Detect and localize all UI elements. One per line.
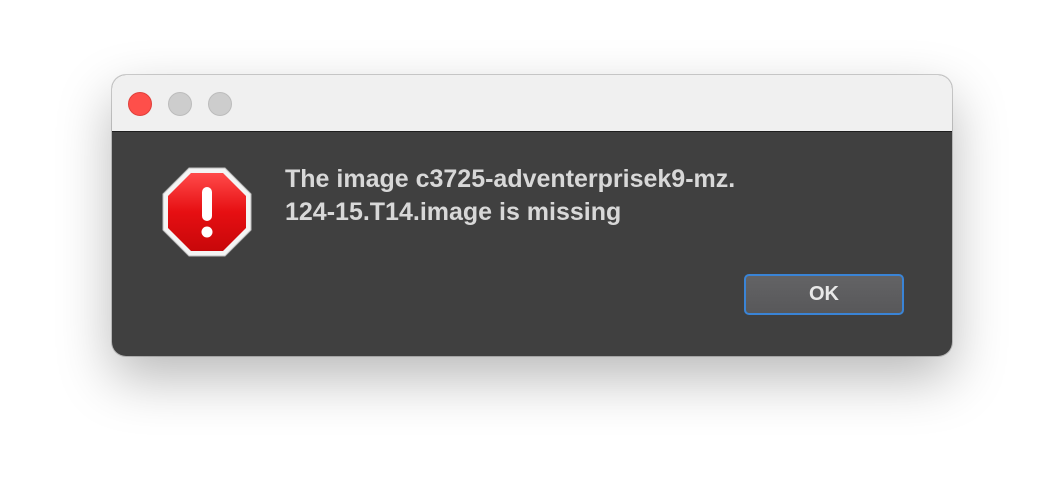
alert-message: The image c3725-adventerprisek9-mz. 124-… — [285, 163, 905, 229]
alert-message-line-1: The image c3725-adventerprisek9-mz. — [285, 165, 736, 193]
alert-message-line-2: 124-15.T14.image is missing — [285, 198, 622, 226]
zoom-window-button[interactable] — [208, 92, 232, 116]
alert-dialog: The image c3725-adventerprisek9-mz. 124-… — [112, 75, 952, 356]
ok-button[interactable]: OK — [744, 274, 904, 315]
stop-exclamation-icon — [162, 167, 252, 257]
close-window-button[interactable] — [128, 92, 152, 116]
minimize-window-button[interactable] — [168, 92, 192, 116]
title-bar — [112, 75, 952, 132]
